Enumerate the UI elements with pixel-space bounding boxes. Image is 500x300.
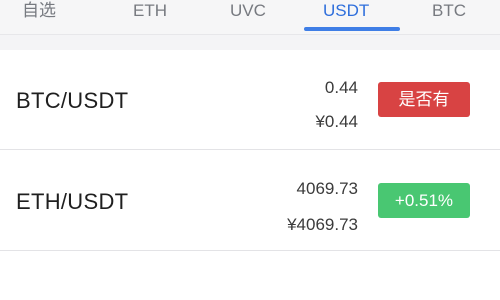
empty-list-area [0,251,500,300]
tab-eth[interactable]: ETH [133,0,167,24]
active-tab-indicator [304,27,400,31]
row-divider [0,149,500,150]
market-tab-bar: 自选 ETH UVC USDT BTC [0,0,500,35]
tab-favorites[interactable]: 自选 [22,0,56,24]
section-gap [0,35,500,50]
market-row-eth-usdt[interactable]: ETH/USDT 4069.73 ¥4069.73 +0.51% [0,151,500,249]
last-price: 4069.73 [296,179,358,198]
change-badge: +0.51% [378,183,470,218]
cny-price: ¥0.44 [315,112,358,131]
pair-name: ETH/USDT [16,189,129,214]
tab-uvc[interactable]: UVC [230,0,266,24]
cny-price: ¥4069.73 [287,215,358,234]
pair-name: BTC/USDT [16,88,129,113]
change-badge: 是否有 [378,82,470,117]
tab-usdt[interactable]: USDT [323,0,369,24]
last-price: 0.44 [324,78,358,97]
market-row-btc-usdt[interactable]: BTC/USDT 0.44 ¥0.44 是否有 [0,50,500,148]
tab-btc[interactable]: BTC [432,0,466,24]
